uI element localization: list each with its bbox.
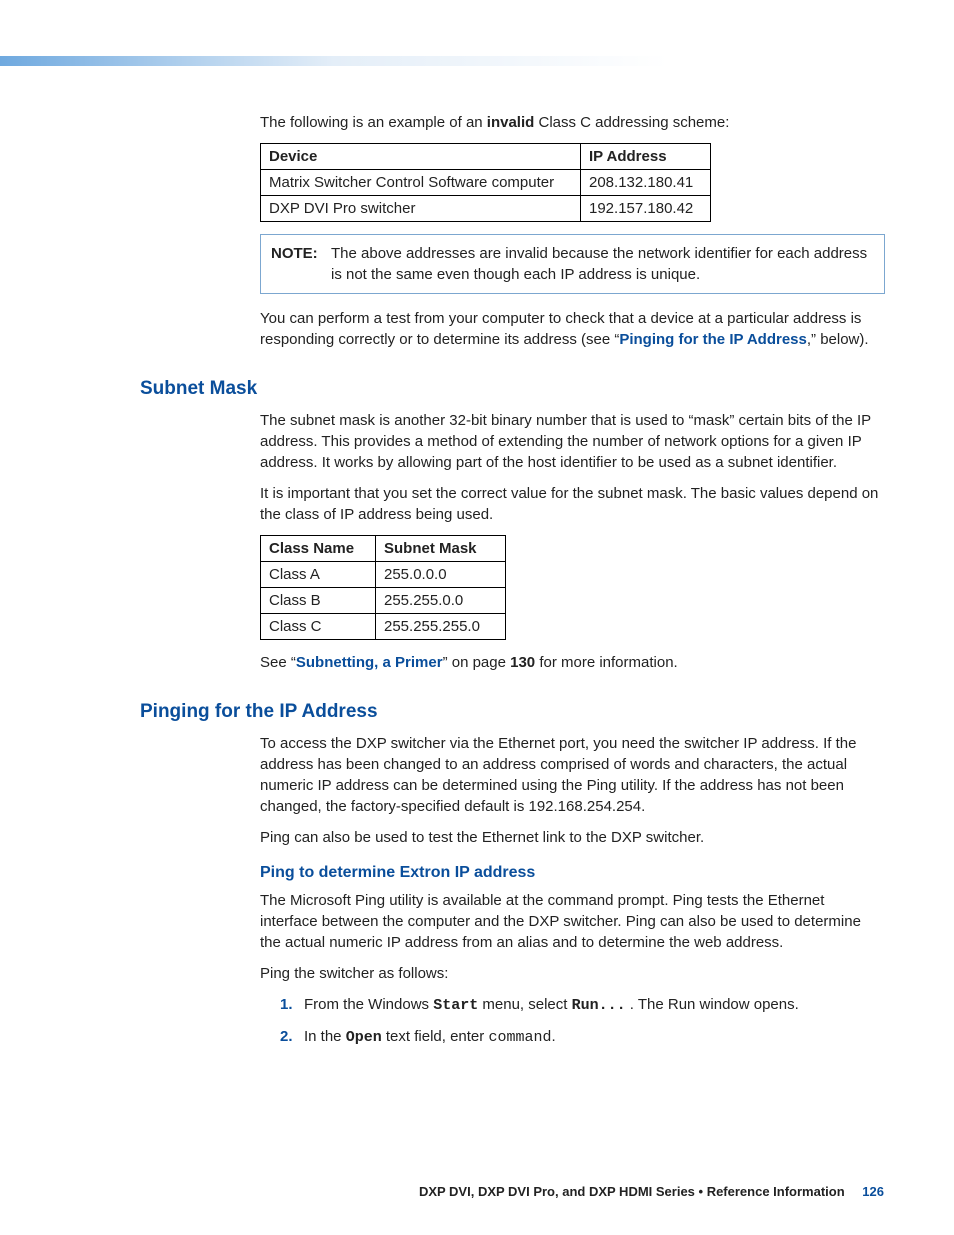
ping-determine-heading: Ping to determine Extron IP address	[260, 864, 885, 882]
note-label: NOTE:	[271, 243, 331, 264]
table-cell: Class A	[261, 562, 376, 588]
table-row: Class A 255.0.0.0	[261, 562, 506, 588]
pinging-p1: To access the DXP switcher via the Ether…	[260, 733, 885, 817]
pinging-p3: The Microsoft Ping utility is available …	[260, 890, 885, 953]
table-cell: DXP DVI Pro switcher	[261, 196, 581, 222]
table-header: IP Address	[581, 144, 711, 170]
text: for more information.	[535, 654, 678, 671]
table-cell: 255.0.0.0	[376, 562, 506, 588]
text: .	[551, 1028, 555, 1045]
table-cell: Class C	[261, 614, 376, 640]
header-gradient	[0, 56, 954, 66]
steps-list: From the Windows Start menu, select Run.…	[280, 994, 885, 1048]
table-cell: 208.132.180.41	[581, 170, 711, 196]
table-row: DXP DVI Pro switcher 192.157.180.42	[261, 196, 711, 222]
table-cell: 192.157.180.42	[581, 196, 711, 222]
command-text: command	[488, 1029, 551, 1046]
text: . The Run window opens.	[626, 996, 799, 1013]
text: ,” below).	[807, 331, 869, 348]
text: From the Windows	[304, 996, 433, 1013]
text: text field, enter	[382, 1028, 489, 1045]
page-ref: 130	[510, 654, 535, 671]
pinging-p2: Ping can also be used to test the Ethern…	[260, 827, 885, 848]
pinging-p4: Ping the switcher as follows:	[260, 963, 885, 984]
table-row: Class C 255.255.255.0	[261, 614, 506, 640]
page: The following is an example of an invali…	[0, 0, 954, 1235]
table-header: Device	[261, 144, 581, 170]
subnet-table: Class Name Subnet Mask Class A 255.0.0.0…	[260, 535, 506, 640]
open-field: Open	[346, 1029, 382, 1046]
device-table: Device IP Address Matrix Switcher Contro…	[260, 143, 711, 222]
pinging-link[interactable]: Pinging for the IP Address	[619, 331, 807, 348]
table-cell: Class B	[261, 588, 376, 614]
table-header-row: Class Name Subnet Mask	[261, 536, 506, 562]
text: Class C addressing scheme:	[534, 114, 729, 131]
text: menu, select	[478, 996, 571, 1013]
step-2: In the Open text field, enter command.	[280, 1026, 885, 1048]
text: The following is an example of an	[260, 114, 487, 131]
subnet-p1: The subnet mask is another 32-bit binary…	[260, 410, 885, 473]
step-1: From the Windows Start menu, select Run.…	[280, 994, 885, 1016]
table-header: Class Name	[261, 536, 376, 562]
run-item: Run...	[572, 997, 626, 1014]
subnetting-link[interactable]: Subnetting, a Primer	[296, 654, 443, 671]
table-row: Class B 255.255.0.0	[261, 588, 506, 614]
text: In the	[304, 1028, 346, 1045]
see-paragraph: See “Subnetting, a Primer” on page 130 f…	[260, 652, 885, 673]
table-header: Subnet Mask	[376, 536, 506, 562]
table-row: Matrix Switcher Control Software compute…	[261, 170, 711, 196]
start-menu: Start	[433, 997, 478, 1014]
invalid-word: invalid	[487, 114, 535, 131]
text: See “	[260, 654, 296, 671]
table-header-row: Device IP Address	[261, 144, 711, 170]
table-cell: Matrix Switcher Control Software compute…	[261, 170, 581, 196]
content-area: The following is an example of an invali…	[140, 112, 885, 1058]
footer-page-number: 126	[862, 1184, 884, 1199]
pinging-heading: Pinging for the IP Address	[140, 701, 885, 723]
text: ” on page	[443, 654, 511, 671]
subnet-p2: It is important that you set the correct…	[260, 483, 885, 525]
footer-title: DXP DVI, DXP DVI Pro, and DXP HDMI Serie…	[419, 1184, 845, 1199]
page-footer: DXP DVI, DXP DVI Pro, and DXP HDMI Serie…	[419, 1184, 884, 1199]
note-text: The above addresses are invalid because …	[331, 243, 871, 285]
table-cell: 255.255.255.0	[376, 614, 506, 640]
subnet-mask-heading: Subnet Mask	[140, 378, 885, 400]
note-box: NOTE:The above addresses are invalid bec…	[260, 234, 885, 294]
table-cell: 255.255.0.0	[376, 588, 506, 614]
test-paragraph: You can perform a test from your compute…	[260, 308, 885, 350]
intro-paragraph: The following is an example of an invali…	[260, 112, 885, 133]
